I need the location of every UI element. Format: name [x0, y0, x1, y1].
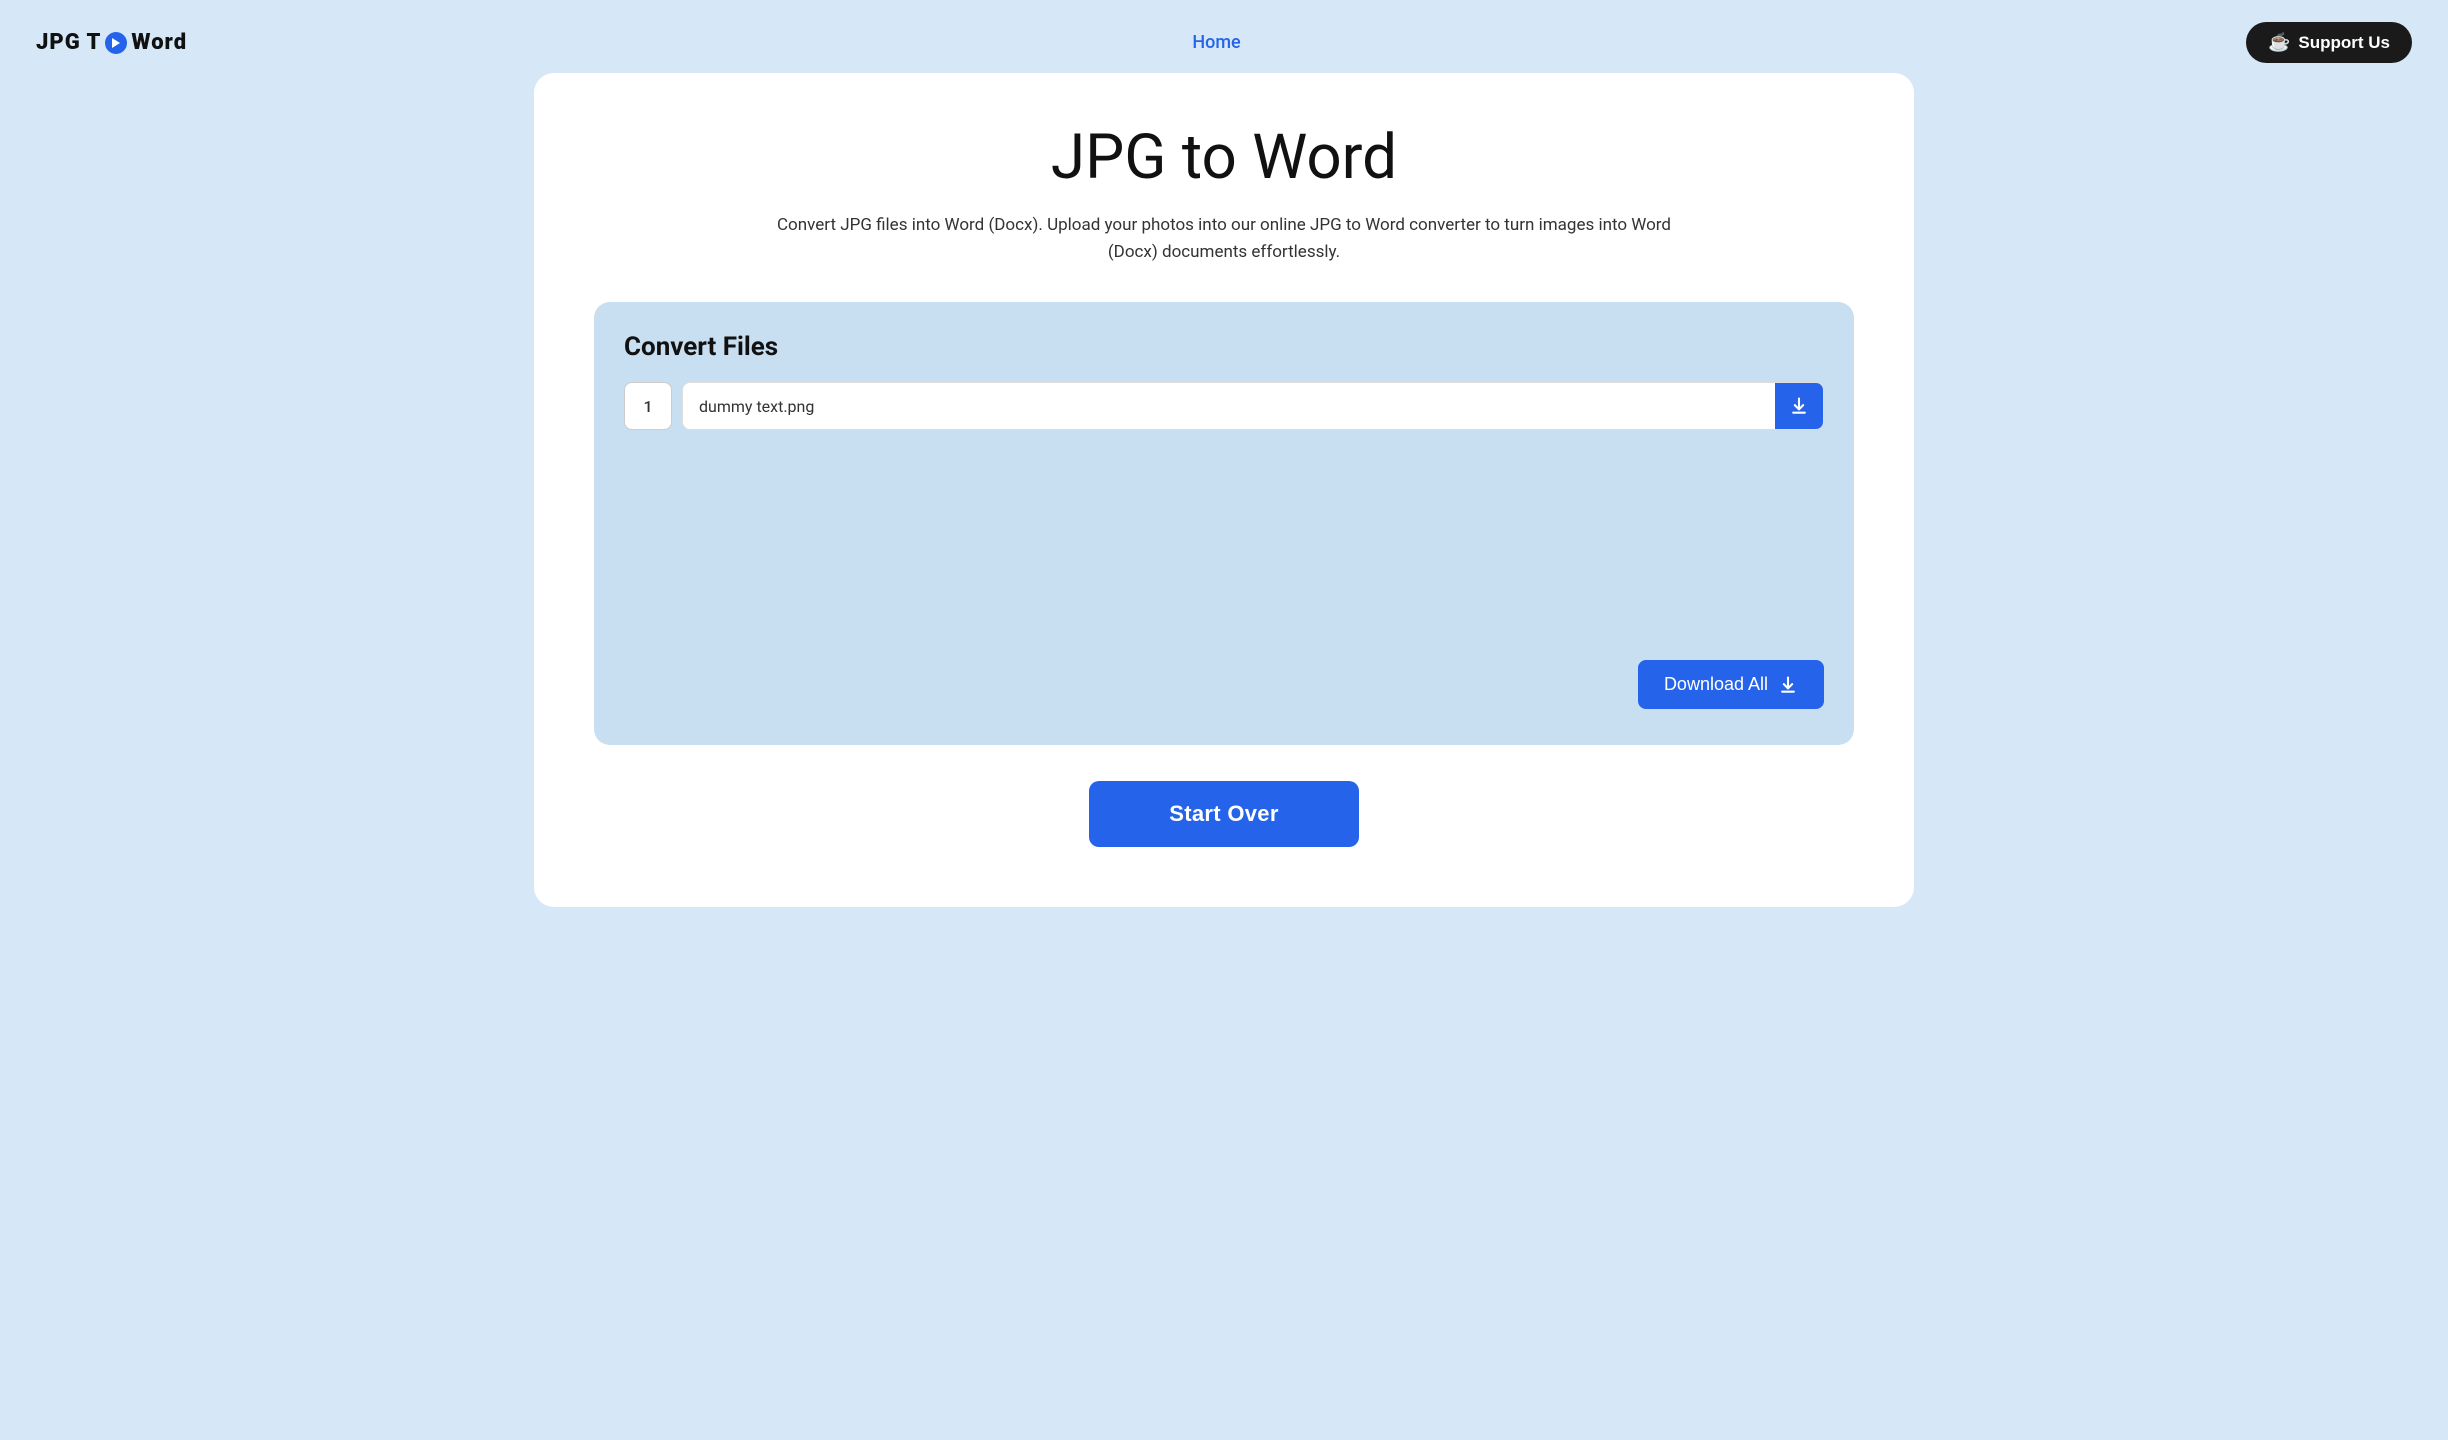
coffee-icon: ☕ — [2268, 32, 2290, 53]
main-card: JPG to Word Convert JPG files into Word … — [534, 73, 1914, 907]
support-button[interactable]: ☕ Support Us — [2246, 22, 2412, 63]
nav-links: Home — [1192, 32, 1240, 53]
download-all-label: Download All — [1664, 674, 1768, 695]
download-single-icon — [1789, 396, 1809, 416]
page-title: JPG to Word — [594, 121, 1854, 194]
file-input-wrapper: dummy text.png — [682, 382, 1824, 430]
start-over-row: Start Over — [594, 781, 1854, 847]
logo-text-part2: Word — [131, 30, 187, 55]
download-all-button[interactable]: Download All — [1638, 660, 1824, 709]
navbar: JPG T Word Home ☕ Support Us — [12, 12, 2436, 73]
convert-section-title: Convert Files — [624, 332, 1824, 362]
logo-arrow-icon — [105, 32, 127, 54]
download-all-icon — [1778, 675, 1798, 695]
page-subtitle: Convert JPG files into Word (Docx). Uplo… — [774, 212, 1674, 266]
logo-text-part1: JPG T — [36, 30, 101, 55]
empty-area — [624, 450, 1824, 650]
nav-home-link[interactable]: Home — [1192, 32, 1240, 53]
download-single-button[interactable] — [1775, 382, 1823, 430]
support-button-label: Support Us — [2298, 33, 2390, 53]
file-number: 1 — [624, 382, 672, 430]
convert-section: Convert Files 1 dummy text.png Download … — [594, 302, 1854, 745]
file-name: dummy text.png — [683, 397, 1775, 416]
file-row: 1 dummy text.png — [624, 382, 1824, 430]
download-all-row: Download All — [624, 660, 1824, 709]
logo: JPG T Word — [36, 30, 187, 55]
start-over-button[interactable]: Start Over — [1089, 781, 1358, 847]
